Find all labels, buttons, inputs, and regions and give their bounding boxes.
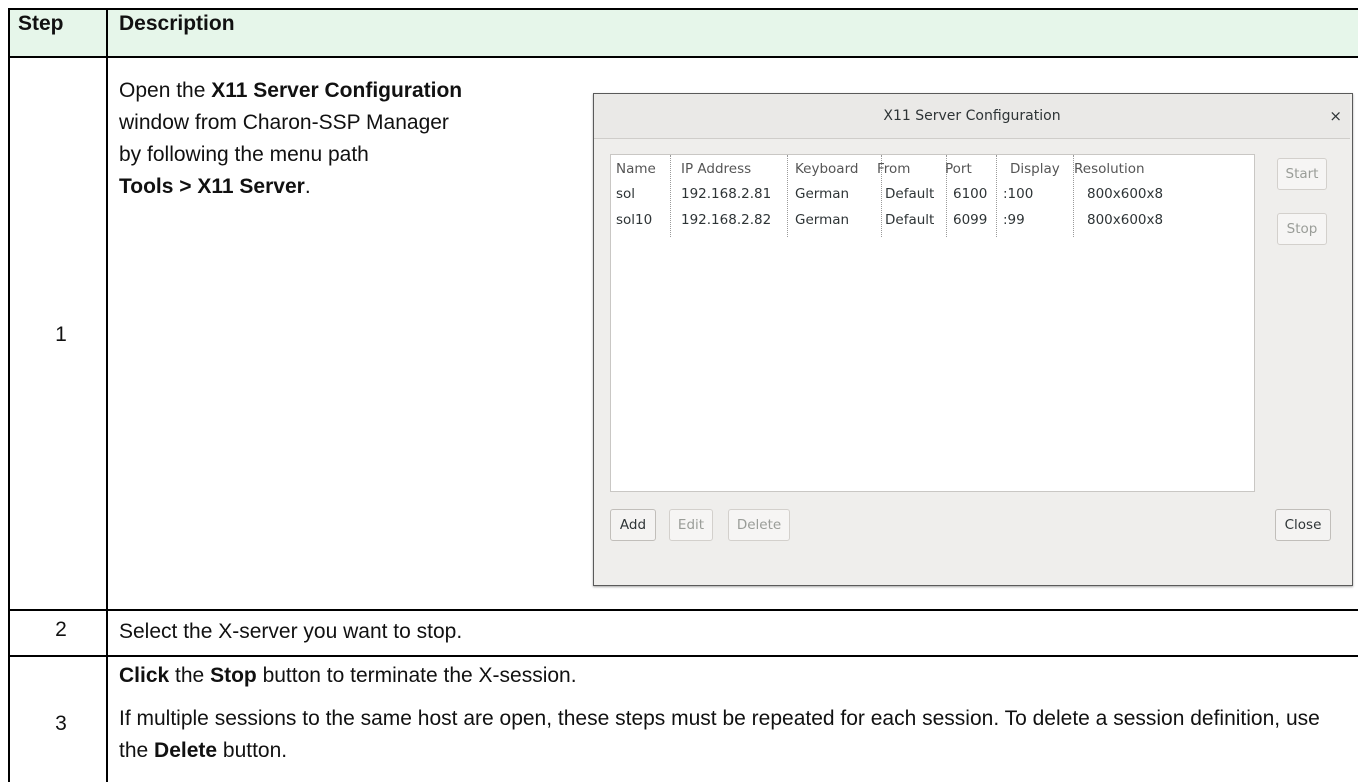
column-header-name[interactable]: Name: [616, 155, 656, 183]
row3-description-line2: If multiple sessions to the same host ar…: [119, 707, 1320, 762]
grid-line-header-bottom: [8, 56, 1358, 58]
header-description: Description: [119, 12, 235, 35]
cell-resolution: 800x600x8: [1087, 212, 1164, 228]
grid-line-row2-bottom: [8, 655, 1358, 657]
cell-keyboard: German: [795, 212, 850, 228]
header-step: Step: [18, 12, 64, 35]
cell-from: Default: [885, 212, 935, 228]
cell-from: Default: [885, 186, 935, 202]
row3-description-line1: Click the Stop button to terminate the X…: [119, 664, 577, 687]
cell-resolution: 800x600x8: [1087, 186, 1164, 202]
step-number-1: 1: [55, 323, 67, 346]
cell-keyboard: German: [795, 186, 850, 202]
cell-port: 6100: [953, 186, 988, 202]
dialog-title: X11 Server Configuration: [594, 94, 1350, 139]
column-header-keyboard[interactable]: Keyboard: [795, 155, 858, 183]
row2-description: Select the X-server you want to stop.: [119, 620, 463, 643]
cell-display: :100: [1003, 186, 1034, 202]
add-button[interactable]: Add: [610, 509, 656, 541]
column-header-from[interactable]: From: [877, 155, 910, 183]
grid-line-top: [8, 8, 1358, 10]
cell-ip: 192.168.2.81: [681, 186, 772, 202]
cell-name: sol: [616, 186, 636, 202]
start-button[interactable]: Start: [1277, 158, 1327, 190]
cell-display: :99: [1003, 212, 1025, 228]
stop-button[interactable]: Stop: [1277, 213, 1327, 245]
column-header-port[interactable]: Port: [945, 155, 972, 183]
grid-line-step-col: [106, 8, 108, 782]
cell-ip: 192.168.2.82: [681, 212, 772, 228]
row1-description: Open the X11 Server Configuration window…: [119, 79, 463, 198]
server-list[interactable]: Name IP Address Keyboard From Port Displ…: [610, 154, 1255, 492]
edit-button[interactable]: Edit: [669, 509, 713, 541]
x11-server-configuration-dialog: X11 Server Configuration × Name IP Addre…: [593, 93, 1353, 586]
close-icon[interactable]: ×: [1329, 94, 1342, 138]
cell-port: 6099: [953, 212, 988, 228]
step-number-2: 2: [55, 618, 67, 641]
grid-line-row1-bottom: [8, 609, 1358, 611]
column-header-ip-address[interactable]: IP Address: [681, 155, 751, 183]
column-header-display[interactable]: Display: [1010, 155, 1060, 183]
close-button[interactable]: Close: [1275, 509, 1331, 541]
column-header-resolution[interactable]: Resolution: [1074, 155, 1145, 183]
grid-line-left: [8, 8, 10, 782]
cell-name: sol10: [616, 212, 653, 228]
step-number-3: 3: [55, 712, 67, 735]
delete-button[interactable]: Delete: [728, 509, 790, 541]
